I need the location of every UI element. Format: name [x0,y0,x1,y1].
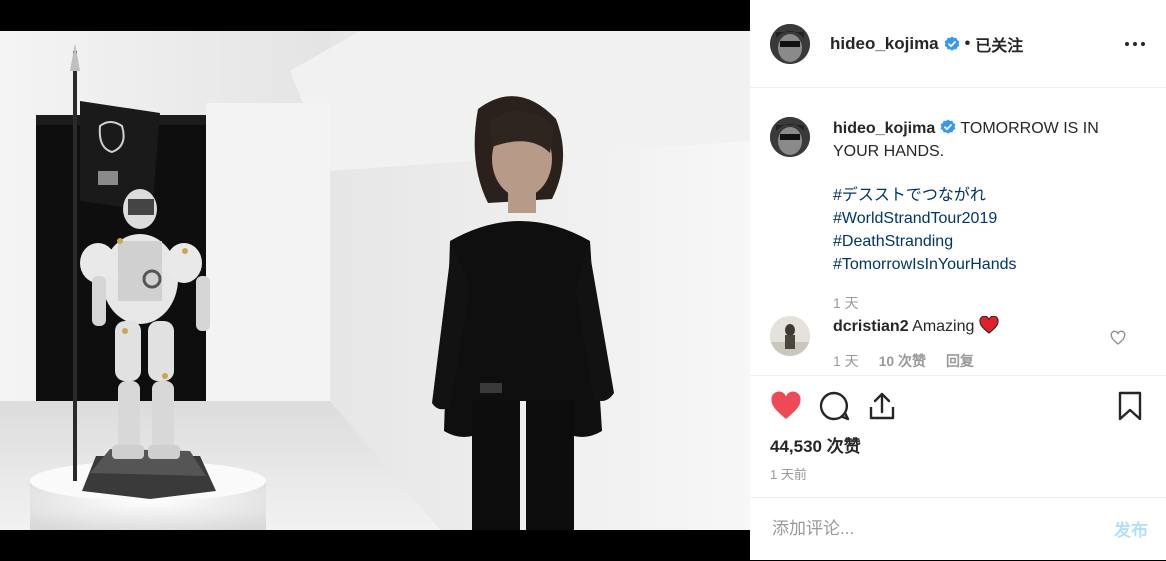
comment-bubble-icon[interactable] [818,390,850,422]
verified-badge-icon [940,119,956,134]
comment-likes[interactable]: 10 次赞 [879,353,926,369]
post-modal: hideo_kojima • 已关注 hideo_kojima TOMORROW… [0,0,1166,560]
red-heart-emoji-icon [979,315,999,334]
commenter-avatar[interactable] [770,316,810,356]
following-button[interactable]: 已关注 [975,32,1023,56]
commenter-username[interactable]: dcristian2 [833,318,909,335]
comment-item: dcristian2 Amazing 1 天 10 次赞 回复 [770,315,1146,372]
hashtag-link[interactable]: #DeathStranding [833,230,1146,253]
action-icons-row [770,390,1146,424]
avatar-image [770,316,810,356]
hashtag-link[interactable]: #デススト​でつながれ [833,184,1146,207]
verified-badge-icon [944,36,959,51]
comments-section: hideo_kojima TOMORROW IS IN YOUR HANDS. … [750,89,1166,375]
avatar[interactable] [770,23,810,64]
caption: hideo_kojima TOMORROW IS IN YOUR HANDS. … [770,117,1146,315]
comment-input[interactable] [770,512,1094,546]
post-time[interactable]: 1 天前 [770,464,807,483]
avatar-image [770,23,810,64]
caption-body: hideo_kojima TOMORROW IS IN YOUR HANDS. … [833,117,1146,315]
heart-outline-icon[interactable] [1110,330,1126,346]
caption-username[interactable]: hideo_kojima [833,120,935,137]
add-comment-section: 发布 [750,497,1166,561]
post-side-panel: hideo_kojima • 已关注 hideo_kojima TOMORROW… [750,0,1166,560]
actions-section: 44,530 次赞 1 天前 [750,375,1166,516]
reply-button[interactable]: 回复 [946,353,974,369]
bookmark-icon[interactable] [1114,390,1146,422]
share-upload-icon[interactable] [866,390,898,422]
post-comment-button[interactable]: 发布 [1114,516,1148,541]
hashtag-link[interactable]: #TomorrowIsInYourHands [833,253,1146,276]
comment-meta: 1 天 10 次赞 回复 [833,350,1146,372]
post-photo[interactable] [0,31,750,530]
comment-body: dcristian2 Amazing 1 天 10 次赞 回复 [833,315,1146,372]
comment-text: Amazing [912,318,975,335]
post-image [0,31,750,530]
heart-filled-icon[interactable] [770,390,802,422]
caption-avatar[interactable] [770,117,810,157]
header-separator: • [964,34,971,52]
comment-time[interactable]: 1 天 [833,353,859,369]
caption-time[interactable]: 1 天 [833,292,1146,315]
header-username[interactable]: hideo_kojima [830,34,939,54]
hashtag-link[interactable]: #WorldStrandTour2019 [833,207,1146,230]
photo-area [0,0,750,560]
post-header: hideo_kojima • 已关注 [750,0,1166,88]
avatar-image [770,117,810,157]
more-dots-icon[interactable] [1124,34,1146,54]
likes-count[interactable]: 44,530 次赞 [770,432,861,457]
